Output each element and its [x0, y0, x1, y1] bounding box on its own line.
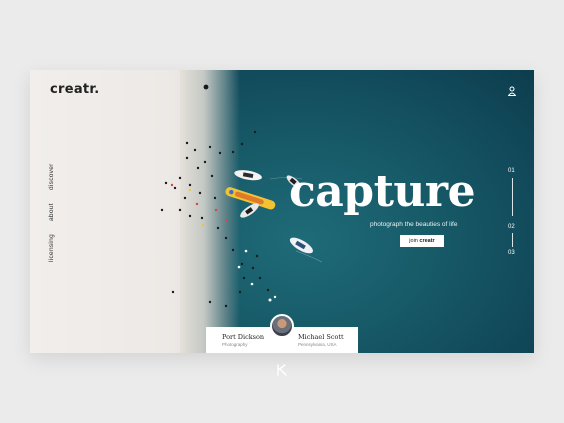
pager-line-bottom: [512, 233, 513, 247]
slide-pager: 01 02 03: [508, 168, 522, 260]
beach-background: [30, 70, 202, 353]
user-icon[interactable]: [508, 86, 516, 96]
nav-item-licensing[interactable]: licensing: [48, 234, 55, 262]
hero-title: capture: [289, 166, 476, 217]
credit-left-name: Port Dickson: [222, 333, 265, 341]
nav-item-about[interactable]: about: [48, 203, 55, 221]
dribbble-style-logo-icon: [277, 364, 287, 376]
pager-number-3[interactable]: 03: [508, 250, 515, 256]
hero-subtitle: photograph the beauties of life: [370, 221, 458, 228]
credit-right-role: Pennsylvania, USA: [298, 342, 337, 347]
pager-line-top: [512, 178, 513, 216]
credit-right-name: Michael Scott: [298, 333, 344, 341]
join-button[interactable]: join creatr: [400, 235, 444, 247]
shoreline: [180, 70, 240, 353]
avatar[interactable]: [270, 314, 294, 338]
hero-frame: creatr. discover about licensing capture…: [30, 70, 534, 353]
pager-number-2[interactable]: 02: [508, 224, 515, 230]
credit-left-role: Photography: [222, 342, 248, 347]
nav-item-discover[interactable]: discover: [48, 163, 55, 190]
join-button-prefix: join: [409, 238, 418, 244]
join-button-brand: creatr: [419, 238, 435, 244]
pager-number-1[interactable]: 01: [508, 168, 515, 174]
brand-logo[interactable]: creatr.: [50, 82, 100, 97]
